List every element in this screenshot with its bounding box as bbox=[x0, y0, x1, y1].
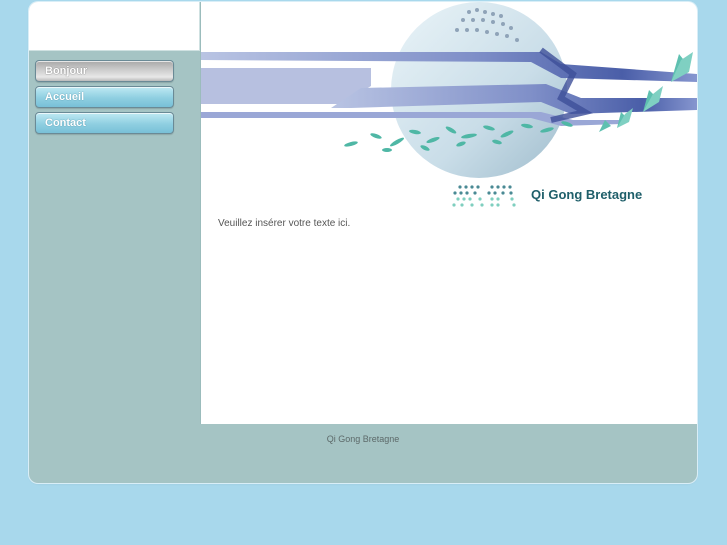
body-text: Veuillez insérer votre texte ici. bbox=[218, 218, 351, 229]
dotted-logo-icon bbox=[452, 184, 522, 217]
logo-area bbox=[29, 2, 200, 51]
sidebar: Bonjour Accueil Contact bbox=[29, 2, 200, 424]
footer-text: Qi Gong Bretagne bbox=[326, 434, 400, 444]
nav-item-contact[interactable]: Contact bbox=[35, 112, 174, 134]
page-frame: Bonjour Accueil Contact Qi Gong Bretagne… bbox=[29, 2, 697, 483]
nav-item-accueil[interactable]: Accueil bbox=[35, 86, 174, 108]
header-banner bbox=[201, 2, 697, 180]
site-title: Qi Gong Bretagne bbox=[531, 187, 643, 202]
nav-item-bonjour[interactable]: Bonjour bbox=[35, 60, 174, 82]
banner-graphic bbox=[201, 2, 697, 178]
main-nav: Bonjour Accueil Contact bbox=[35, 60, 176, 138]
footer: Qi Gong Bretagne bbox=[29, 424, 697, 483]
